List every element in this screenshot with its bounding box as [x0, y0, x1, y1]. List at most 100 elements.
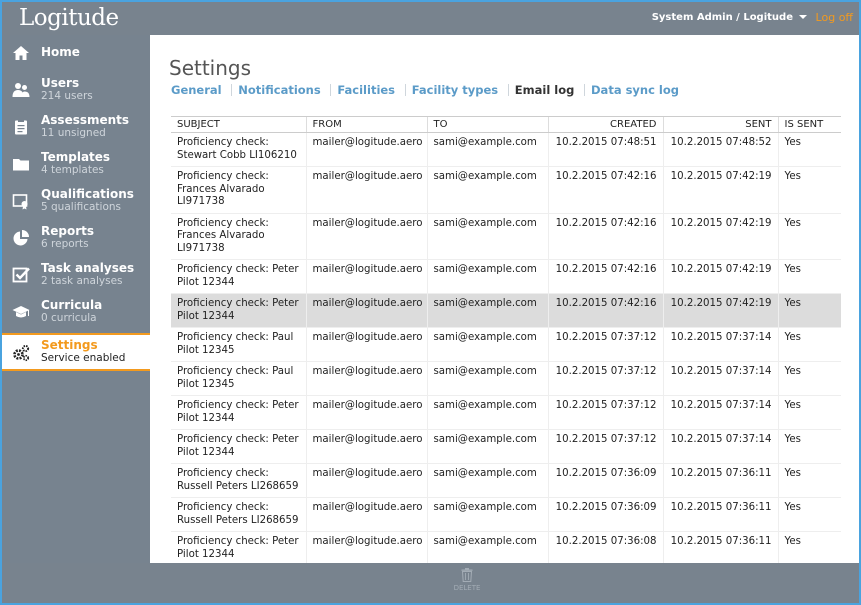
cell-from: mailer@logitude.aero: [305, 497, 427, 532]
tab-email-log[interactable]: Email log: [507, 84, 581, 96]
logoff-link[interactable]: Log off: [816, 11, 853, 24]
user-menu[interactable]: System Admin / Logitude: [652, 12, 807, 23]
sidebar-item-curricula[interactable]: Curricula 0 curricula: [2, 294, 150, 331]
table-row[interactable]: Proficiency check: Paul Pilot 12345 maile…: [171, 327, 841, 362]
column-header-to[interactable]: TO: [426, 116, 548, 133]
caret-down-icon: [799, 15, 807, 19]
sidebar-item-count: 4 templates: [41, 164, 104, 176]
cell-is-sent: Yes: [777, 395, 841, 430]
page-title: Settings: [169, 56, 252, 80]
top-bar: Logitude System Admin / Logitude Log off: [2, 2, 859, 35]
cell-created: 10.2.2015 07:36:09: [547, 497, 663, 532]
column-header-from[interactable]: FROM: [305, 116, 427, 133]
gears-icon: [12, 344, 30, 362]
cell-subject: Proficiency check: Peter Pilot 12344: [171, 429, 306, 464]
cell-to: sami@example.com: [426, 327, 548, 362]
cell-created: 10.2.2015 07:37:12: [547, 327, 663, 362]
home-icon: [12, 44, 30, 62]
clipboard-icon: [12, 118, 30, 136]
cell-subject: Proficiency check: Paul Pilot 12345: [171, 361, 306, 396]
cell-is-sent: Yes: [777, 132, 841, 167]
table-row[interactable]: Proficiency check: Frances Alvarado LI97…: [171, 213, 841, 260]
sidebar-item-title: Qualifications: [41, 187, 134, 201]
sidebar-item-title: Users: [41, 76, 80, 90]
cell-is-sent: Yes: [777, 213, 841, 260]
sidebar-item-title: Settings: [41, 338, 98, 352]
table-row[interactable]: Proficiency check: Peter Pilot 12344 mail…: [171, 429, 841, 464]
cell-sent: 10.2.2015 07:37:14: [662, 361, 778, 396]
table-body: Proficiency check: Stewart Cobb LI106210…: [171, 132, 841, 563]
app-window: Logitude System Admin / Logitude Log off…: [2, 2, 859, 603]
sidebar-item-count: 6 reports: [41, 238, 89, 250]
delete-label: DELETE: [453, 584, 481, 592]
sidebar-item-users[interactable]: Users 214 users: [2, 72, 150, 109]
table-row[interactable]: Proficiency check: Peter Pilot 12344 mail…: [171, 293, 841, 328]
column-header-sent[interactable]: SENT: [662, 116, 778, 133]
cell-to: sami@example.com: [426, 213, 548, 260]
cell-from: mailer@logitude.aero: [305, 213, 427, 260]
trash-icon: [461, 568, 473, 582]
sidebar-item-count: 5 qualifications: [41, 201, 122, 213]
sidebar-item-templates[interactable]: Templates 4 templates: [2, 146, 150, 183]
checkbox-icon: [12, 266, 30, 284]
cell-sent: 10.2.2015 07:37:14: [662, 327, 778, 362]
table-row[interactable]: Proficiency check: Stewart Cobb LI106210…: [171, 132, 841, 167]
cell-sent: 10.2.2015 07:36:11: [662, 497, 778, 532]
table-row[interactable]: Proficiency check: Peter Pilot 12344 mail…: [171, 531, 841, 563]
tab-general[interactable]: General: [171, 84, 228, 96]
table-row[interactable]: Proficiency check: Paul Pilot 12345 maile…: [171, 361, 841, 396]
sidebar-item-title: Task analyses: [41, 261, 135, 275]
settings-tabs: General Notifications Facilities Facilit…: [171, 83, 685, 97]
sidebar-item-title: Curricula: [41, 298, 103, 312]
sidebar-item-title: Reports: [41, 224, 95, 238]
cell-subject: Proficiency check: Russell Peters LI2686…: [171, 497, 306, 532]
cell-from: mailer@logitude.aero: [305, 463, 427, 498]
cell-created: 10.2.2015 07:36:08: [547, 531, 663, 563]
cell-to: sami@example.com: [426, 166, 548, 214]
cell-created: 10.2.2015 07:37:12: [547, 395, 663, 430]
sidebar-item-reports[interactable]: Reports 6 reports: [2, 220, 150, 257]
cell-sent: 10.2.2015 07:42:19: [662, 293, 778, 328]
cell-from: mailer@logitude.aero: [305, 166, 427, 214]
graduation-cap-icon: [12, 303, 30, 321]
column-header-is-sent[interactable]: IS SENT: [777, 116, 841, 133]
cell-created: 10.2.2015 07:48:51: [547, 132, 663, 167]
table-row[interactable]: Proficiency check: Frances Alvarado LI97…: [171, 166, 841, 214]
cell-created: 10.2.2015 07:42:16: [547, 293, 663, 328]
delete-button[interactable]: DELETE: [452, 568, 482, 592]
cell-is-sent: Yes: [777, 463, 841, 498]
column-header-subject[interactable]: SUBJECT: [171, 116, 306, 133]
tab-notifications[interactable]: Notifications: [231, 84, 326, 96]
sidebar-item-count: 214 users: [41, 90, 93, 102]
logo: Logitude: [19, 5, 119, 31]
column-header-created[interactable]: CREATED: [547, 116, 663, 133]
sidebar-item-assessments[interactable]: Assessments 11 unsigned: [2, 109, 150, 146]
sidebar-item-count: 0 curricula: [41, 312, 97, 324]
tab-data-sync-log[interactable]: Data sync log: [584, 84, 685, 96]
cell-is-sent: Yes: [777, 531, 841, 563]
cell-subject: Proficiency check: Peter Pilot 12344: [171, 395, 306, 430]
cell-subject: Proficiency check: Peter Pilot 12344: [171, 531, 306, 563]
sidebar-item-settings[interactable]: Settings Service enabled: [2, 333, 150, 371]
cell-created: 10.2.2015 07:42:16: [547, 213, 663, 260]
tab-facilities[interactable]: Facilities: [330, 84, 401, 96]
table-row[interactable]: Proficiency check: Peter Pilot 12344 mail…: [171, 259, 841, 294]
cell-subject: Proficiency check: Frances Alvarado LI97…: [171, 166, 306, 214]
sidebar-item-count: 2 task analyses: [41, 275, 123, 287]
cell-sent: 10.2.2015 07:42:19: [662, 259, 778, 294]
table-row[interactable]: Proficiency check: Peter Pilot 12344 mail…: [171, 395, 841, 430]
sidebar-item-home[interactable]: Home: [2, 35, 150, 72]
tab-facility-types[interactable]: Facility types: [404, 84, 504, 96]
cell-to: sami@example.com: [426, 395, 548, 430]
sidebar-item-task-analyses[interactable]: Task analyses 2 task analyses: [2, 257, 150, 294]
sidebar-item-title: Templates: [41, 150, 111, 164]
table-row[interactable]: Proficiency check: Russell Peters LI2686…: [171, 497, 841, 532]
pie-chart-icon: [12, 229, 30, 247]
cell-from: mailer@logitude.aero: [305, 259, 427, 294]
cell-to: sami@example.com: [426, 259, 548, 294]
cell-created: 10.2.2015 07:37:12: [547, 429, 663, 464]
cell-is-sent: Yes: [777, 293, 841, 328]
sidebar-item-qualifications[interactable]: Qualifications 5 qualifications: [2, 183, 150, 220]
table-row[interactable]: Proficiency check: Russell Peters LI2686…: [171, 463, 841, 498]
cell-from: mailer@logitude.aero: [305, 429, 427, 464]
